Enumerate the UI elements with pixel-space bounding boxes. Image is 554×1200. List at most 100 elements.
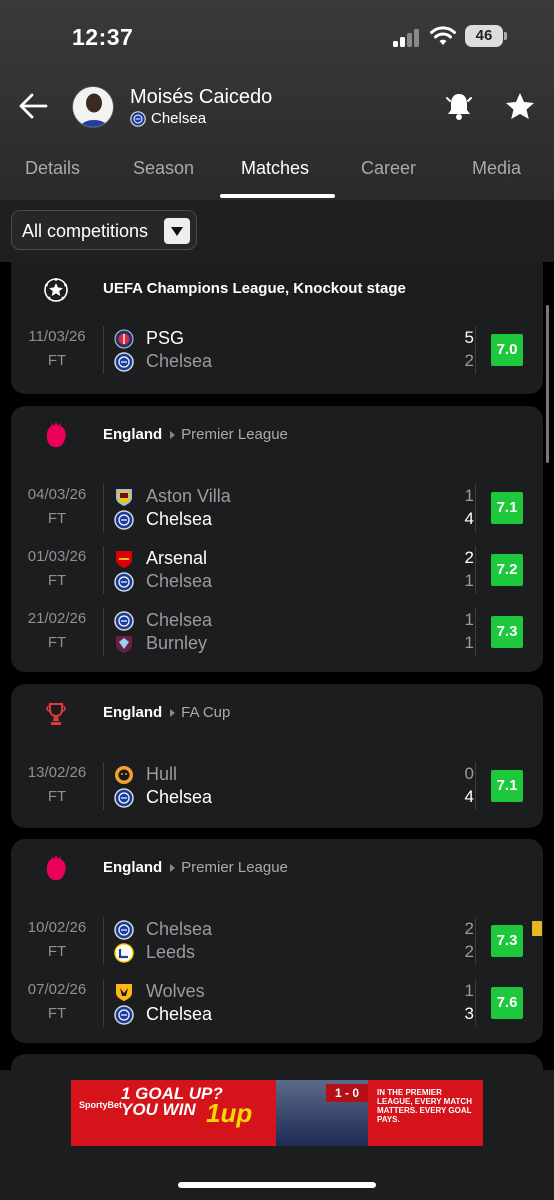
ad-player-image: 1 - 0 xyxy=(276,1080,368,1146)
player-avatar xyxy=(72,86,114,128)
burnley-crest-icon xyxy=(116,636,132,653)
champions-league-icon xyxy=(44,278,68,302)
battery-level: 46 xyxy=(465,25,503,47)
home-score: 5 xyxy=(464,328,474,347)
competition-card: England Premier League 04/03/26 FT Aston… xyxy=(11,406,543,672)
tab-media[interactable]: Media xyxy=(472,158,521,179)
competition-name: FA Cup xyxy=(181,704,231,721)
away-score: 2 xyxy=(464,942,474,961)
ad-tagline: IN THE PREMIER LEAGUE, EVERY MATCH MATTE… xyxy=(377,1088,472,1124)
home-team: Wolves xyxy=(146,981,205,1001)
chelsea-crest-icon xyxy=(114,572,134,592)
away-team: Chelsea xyxy=(146,351,213,371)
wolves-crest-icon xyxy=(116,984,132,1001)
notification-bell-icon[interactable] xyxy=(444,90,474,122)
home-score: 0 xyxy=(464,764,474,783)
match-row[interactable]: 01/03/26 FT Arsenal 2 Chelsea 1 7.2 xyxy=(11,542,543,598)
match-status: FT xyxy=(47,788,67,805)
home-indicator[interactable] xyxy=(178,1182,376,1188)
psg-crest-icon xyxy=(114,329,134,349)
cellular-signal-icon xyxy=(393,27,423,47)
caret-right-icon xyxy=(170,430,176,439)
match-status: FT xyxy=(47,943,67,960)
match-row[interactable]: 21/02/26 FT Chelsea 1 Burnley 1 7.3 xyxy=(11,604,543,660)
ad-footer: SportyBet 1 GOAL UP? YOU WIN 1up 1 - 0 I… xyxy=(0,1070,554,1200)
match-row[interactable]: 10/02/26 FT Chelsea 2 Leeds 2 7.3 xyxy=(11,913,543,969)
leeds-crest-icon xyxy=(114,943,134,963)
chelsea-crest-icon xyxy=(114,510,134,530)
match-status: FT xyxy=(47,510,67,527)
competition-country: England xyxy=(103,859,163,876)
chelsea-crest-icon xyxy=(114,352,134,372)
match-status: FT xyxy=(47,1005,67,1022)
home-team: PSG xyxy=(146,328,185,348)
away-score: 3 xyxy=(464,1004,474,1023)
competition-name: Premier League xyxy=(181,859,288,876)
sportybet-ad-banner[interactable]: SportyBet 1 GOAL UP? YOU WIN 1up 1 - 0 I… xyxy=(71,1080,483,1146)
player-rating-badge: 7.2 xyxy=(491,554,523,586)
match-list[interactable]: UEFA Champions League, Knockout stage 11… xyxy=(0,262,554,1070)
battery-icon: 46 xyxy=(465,25,507,47)
chelsea-crest-icon xyxy=(130,110,146,127)
tab-career[interactable]: Career xyxy=(361,158,416,179)
tab-bar: Details Season Matches Career Media xyxy=(0,148,554,200)
player-rating-badge: 7.3 xyxy=(491,925,523,957)
scrollbar[interactable] xyxy=(546,305,549,463)
hull-crest-icon xyxy=(115,766,133,784)
home-score: 2 xyxy=(464,919,474,938)
home-team: Aston Villa xyxy=(146,486,231,506)
favorite-star-icon[interactable] xyxy=(505,92,535,120)
player-rating-badge: 7.1 xyxy=(491,770,523,802)
home-score: 1 xyxy=(464,981,474,1000)
ad-product: 1up xyxy=(206,1098,253,1128)
player-name: Moisés Caicedo xyxy=(130,86,273,108)
dropdown-caret-icon xyxy=(164,218,190,244)
home-team: Arsenal xyxy=(146,548,208,568)
home-team: Chelsea xyxy=(146,919,213,939)
away-score: 2 xyxy=(464,351,474,370)
home-team: Hull xyxy=(146,764,178,784)
aston-villa-crest-icon xyxy=(116,489,132,506)
player-rating-badge: 7.0 xyxy=(491,334,523,366)
back-arrow-icon[interactable] xyxy=(18,92,48,120)
match-date: 11/03/26 xyxy=(28,328,86,345)
competition-header[interactable]: England FA Cup xyxy=(11,684,543,744)
player-rating-badge: 7.3 xyxy=(491,616,523,648)
tab-season[interactable]: Season xyxy=(133,158,194,179)
competition-filter-dropdown[interactable]: All competitions xyxy=(11,210,197,250)
competition-country: England xyxy=(103,704,163,721)
competition-card xyxy=(11,1054,543,1070)
match-date: 10/02/26 xyxy=(27,919,87,936)
match-date: 01/03/26 xyxy=(27,548,87,565)
chelsea-crest-icon xyxy=(114,1005,134,1025)
competition-header[interactable]: England Premier League xyxy=(11,839,543,899)
competition-card: England FA Cup 13/02/26 FT Hull 0 Chelse… xyxy=(11,684,543,828)
active-tab-indicator xyxy=(220,194,335,198)
away-team: Chelsea xyxy=(146,571,213,591)
match-date: 21/02/26 xyxy=(27,610,87,627)
away-team: Chelsea xyxy=(146,509,213,529)
match-row[interactable]: 04/03/26 FT Aston Villa 1 Chelsea 4 7.1 xyxy=(11,480,543,536)
match-row[interactable]: 07/02/26 FT Wolves 1 Chelsea 3 7.6 xyxy=(11,975,543,1031)
chelsea-crest-icon xyxy=(114,611,134,631)
status-time: 12:37 xyxy=(72,24,134,50)
away-score: 4 xyxy=(464,509,474,528)
competition-header[interactable]: England Premier League xyxy=(11,406,543,466)
tab-matches[interactable]: Matches xyxy=(241,158,309,179)
yellow-card-icon xyxy=(532,921,542,936)
premier-league-icon xyxy=(46,422,66,448)
match-row[interactable]: 13/02/26 FT Hull 0 Chelsea 4 7.1 xyxy=(11,758,543,814)
filter-bar: All competitions xyxy=(0,200,554,262)
player-club[interactable]: Chelsea xyxy=(130,110,206,127)
competition-header[interactable]: UEFA Champions League, Knockout stage xyxy=(11,262,543,320)
match-row[interactable]: 11/03/26 FT PSG 5 Chelsea 2 7.0 xyxy=(11,322,543,378)
away-team: Leeds xyxy=(146,942,196,962)
arsenal-crest-icon xyxy=(116,551,132,568)
match-date: 13/02/26 xyxy=(27,764,87,781)
home-score: 2 xyxy=(464,548,474,567)
match-status: FT xyxy=(47,352,67,369)
competition-name: Premier League xyxy=(181,426,288,443)
home-score: 1 xyxy=(464,486,474,505)
tab-details[interactable]: Details xyxy=(25,158,80,179)
away-team: Chelsea xyxy=(146,787,213,807)
